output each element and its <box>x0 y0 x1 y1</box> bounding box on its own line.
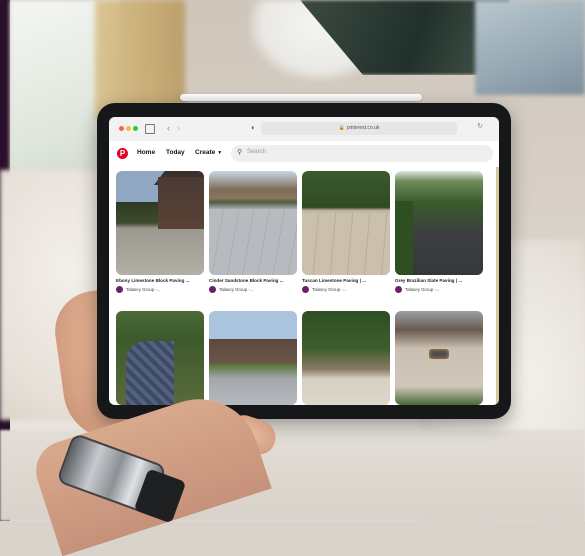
url-text: pinterest.co.uk <box>346 125 380 131</box>
pin-image[interactable] <box>395 171 483 275</box>
pin-image[interactable] <box>209 311 297 405</box>
pin-image[interactable] <box>395 311 483 405</box>
author-logo <box>302 286 309 293</box>
pin-card[interactable]: Cinder Sandstone Block Paving ... Talase… <box>209 171 297 293</box>
address-bar[interactable]: 🔒 pinterest.co.uk <box>261 122 457 135</box>
pin-author[interactable]: Talasey Group -... <box>209 286 297 293</box>
reload-icon[interactable]: ↻ <box>477 122 483 130</box>
pin-author[interactable]: Talasey Group -... <box>116 286 204 293</box>
pin-card[interactable] <box>116 311 204 405</box>
author-logo <box>209 286 216 293</box>
pin-card[interactable]: Grey Brazilian Slate Paving | ... Talase… <box>395 171 483 293</box>
pin-image[interactable] <box>116 171 204 275</box>
screen-edge-strip <box>496 167 499 405</box>
pin-card[interactable] <box>209 311 297 405</box>
pin-image[interactable] <box>302 311 390 405</box>
back-arrow-icon[interactable]: ‹ <box>167 122 170 134</box>
search-icon: ⚲ <box>237 149 243 156</box>
nav-today[interactable]: Today <box>166 149 185 156</box>
zoom-window-button[interactable] <box>133 126 138 131</box>
pin-card[interactable] <box>302 311 390 405</box>
pin-card[interactable]: Ebony Limestone Block Paving ... Talasey… <box>116 171 204 293</box>
author-name: Talasey Group -... <box>405 287 440 292</box>
author-logo <box>395 286 402 293</box>
tablet: ‹ › ◐ 🔒 pinterest.co.uk ↻ P Home Today Cr… <box>97 103 511 419</box>
lock-icon: 🔒 <box>338 125 345 131</box>
wall-art <box>475 0 585 95</box>
close-window-button[interactable] <box>119 126 124 131</box>
pin-title[interactable]: Tuscan Limestone Paving | ... <box>302 278 390 283</box>
pin-title[interactable]: Grey Brazilian Slate Paving | ... <box>395 278 483 283</box>
pinterest-header: P Home Today Create ▼ ⚲ Search <box>109 141 499 167</box>
shield-icon[interactable]: ◐ <box>251 123 256 132</box>
pinterest-logo[interactable]: P <box>117 148 128 159</box>
pin-image[interactable] <box>302 171 390 275</box>
author-name: Talasey Group -... <box>312 287 347 292</box>
sidebar-icon[interactable] <box>145 124 155 134</box>
nav-create-label: Create <box>195 149 216 156</box>
minimize-window-button[interactable] <box>126 126 131 131</box>
author-logo <box>116 286 123 293</box>
pin-card[interactable]: Tuscan Limestone Paving | ... Talasey Gr… <box>302 171 390 293</box>
browser-toolbar: ‹ › ◐ 🔒 pinterest.co.uk ↻ <box>109 117 499 142</box>
curtain <box>95 0 185 120</box>
search-placeholder: Search <box>247 149 267 155</box>
pin-author[interactable]: Talasey Group -... <box>302 286 390 293</box>
forward-arrow-icon[interactable]: › <box>177 122 180 134</box>
search-input[interactable]: ⚲ Search <box>231 145 493 162</box>
pin-image[interactable] <box>209 171 297 275</box>
tablet-screen: ‹ › ◐ 🔒 pinterest.co.uk ↻ P Home Today Cr… <box>109 117 499 405</box>
pin-title[interactable]: Ebony Limestone Block Paving ... <box>116 278 204 283</box>
pin-grid: Ebony Limestone Block Paving ... Talasey… <box>109 167 499 405</box>
nav-create[interactable]: Create ▼ <box>195 149 222 156</box>
pin-author[interactable]: Talasey Group -... <box>395 286 483 293</box>
author-name: Talasey Group -... <box>126 287 161 292</box>
chevron-down-icon: ▼ <box>217 150 223 156</box>
author-name: Talasey Group -... <box>219 287 254 292</box>
pin-image[interactable] <box>116 311 204 405</box>
pin-title[interactable]: Cinder Sandstone Block Paving ... <box>209 278 297 283</box>
apple-pencil <box>180 94 422 101</box>
nav-home[interactable]: Home <box>137 149 155 156</box>
pin-card[interactable] <box>395 311 483 405</box>
